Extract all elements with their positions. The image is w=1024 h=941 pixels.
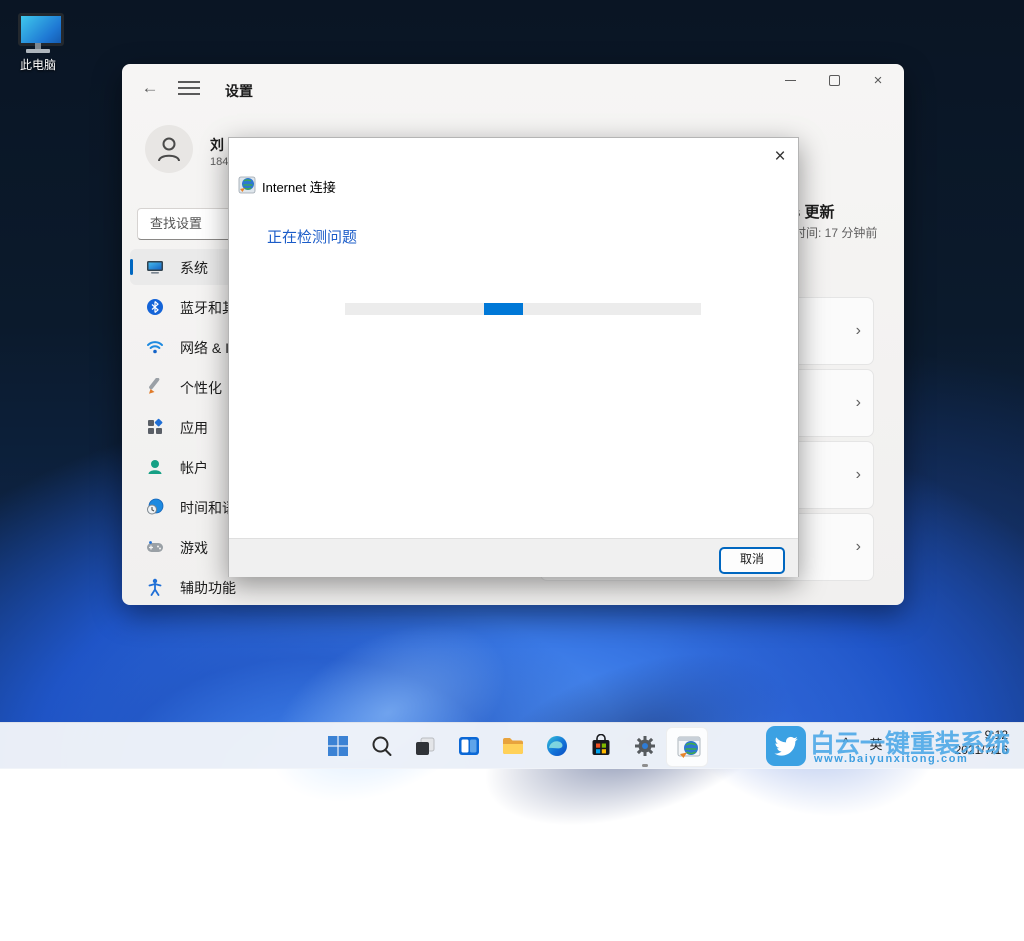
troubleshooter-app-button[interactable]	[674, 731, 704, 761]
clock-globe-icon	[146, 498, 164, 516]
ime-language-indicator[interactable]: 英	[864, 731, 888, 759]
progress-bar	[345, 303, 701, 315]
selected-indicator	[130, 259, 133, 275]
clock-tray[interactable]: 9:12 2021/7/16	[908, 728, 1008, 758]
maximize-button[interactable]	[812, 68, 856, 96]
wifi-icon	[146, 338, 164, 356]
start-button[interactable]	[323, 731, 353, 761]
internet-connection-icon	[676, 734, 702, 760]
windows-logo-icon	[326, 734, 350, 758]
settings-title: 设置	[225, 81, 253, 101]
accessibility-icon	[146, 578, 164, 596]
taskbar: ^ 英 9:12 2021/7/16	[0, 722, 1024, 769]
user-avatar[interactable]	[145, 125, 193, 173]
dialog-status-text: 正在检测问题	[267, 226, 357, 247]
system-icon	[146, 258, 164, 276]
dialog-app-title: Internet 连接	[262, 177, 336, 196]
task-view-icon	[413, 734, 437, 758]
this-pc-desktop-icon[interactable]: 此电脑	[10, 10, 66, 76]
window-close-button[interactable]: ×	[856, 68, 900, 96]
troubleshooter-dialog: × Internet 连接 正在检测问题 取消	[228, 137, 799, 577]
chevron-right-icon: ›	[856, 466, 861, 484]
windows-update-meta: 时间: 17 分钟前	[794, 224, 877, 241]
chevron-right-icon: ›	[856, 394, 861, 412]
folder-icon	[501, 734, 525, 758]
progress-indicator	[484, 303, 523, 315]
dialog-close-button[interactable]: ×	[769, 146, 791, 168]
widgets-button[interactable]	[454, 731, 484, 761]
monitor-icon	[18, 13, 64, 46]
gamepad-icon	[146, 538, 164, 556]
profile-id: 184	[210, 156, 228, 168]
person-icon	[155, 135, 183, 163]
chevron-right-icon: ›	[856, 322, 861, 340]
microsoft-store-button[interactable]	[586, 731, 616, 761]
widgets-icon	[457, 734, 481, 758]
chevron-right-icon: ›	[856, 538, 861, 556]
dialog-footer: 取消	[229, 538, 798, 577]
bluetooth-icon	[146, 298, 164, 316]
running-indicator	[642, 764, 648, 767]
store-icon	[589, 734, 613, 758]
profile-name: 刘	[210, 135, 224, 155]
apps-icon	[146, 418, 164, 436]
settings-app-button[interactable]	[630, 731, 660, 761]
cancel-button[interactable]: 取消	[719, 547, 785, 574]
minimize-button[interactable]	[768, 68, 812, 96]
edge-browser-button[interactable]	[542, 731, 572, 761]
search-icon	[370, 734, 394, 758]
gear-icon	[633, 734, 657, 758]
search-button[interactable]	[367, 731, 397, 761]
back-button[interactable]: ←	[136, 76, 164, 100]
tray-date: 2021/7/16	[908, 743, 1008, 758]
internet-connection-icon	[238, 176, 256, 194]
file-explorer-button[interactable]	[498, 731, 528, 761]
tray-time: 9:12	[908, 728, 1008, 743]
this-pc-label: 此电脑	[4, 56, 72, 73]
task-view-button[interactable]	[410, 731, 440, 761]
edge-icon	[545, 734, 569, 758]
hamburger-menu-icon[interactable]	[178, 81, 200, 95]
accounts-icon	[146, 458, 164, 476]
tray-expand-caret[interactable]: ^	[843, 735, 849, 749]
brush-icon	[146, 378, 164, 396]
